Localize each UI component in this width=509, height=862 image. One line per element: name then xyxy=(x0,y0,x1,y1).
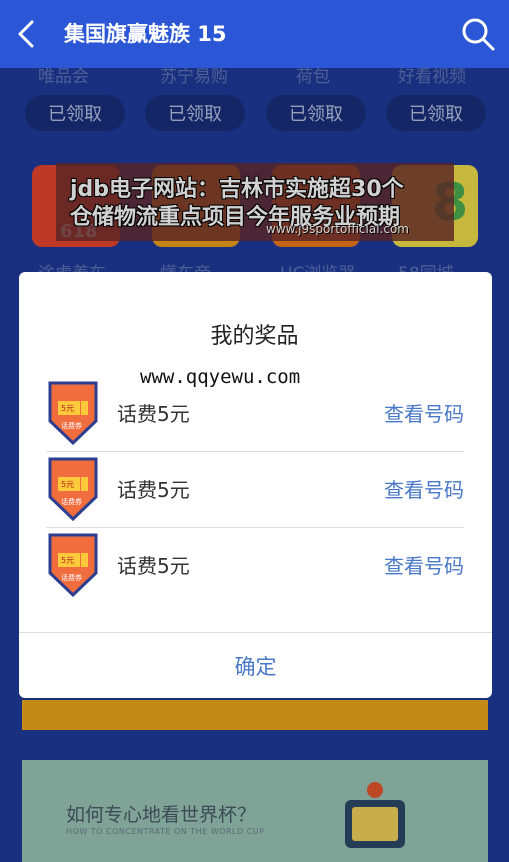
divider xyxy=(46,451,464,452)
prize-row: 5元 话费券 话费5元 查看号码 xyxy=(46,377,464,452)
coupon-badge-icon: 5元 话费券 xyxy=(48,381,98,446)
badge-amount: 5元 xyxy=(61,404,75,413)
dialog-title: 我的奖品 xyxy=(210,324,299,349)
badge-caption: 话费券 xyxy=(61,574,82,582)
badge-caption: 话费券 xyxy=(61,498,82,506)
page-title: 集国旗赢魅族 15 xyxy=(64,22,227,46)
prize-name: 话费5元 xyxy=(117,402,190,426)
confirm-button[interactable]: 确定 xyxy=(19,633,492,698)
back-icon[interactable] xyxy=(10,14,44,54)
prize-row: 5元 话费券 话费5元 查看号码 xyxy=(46,453,464,528)
prize-name: 话费5元 xyxy=(117,478,190,502)
divider xyxy=(46,527,464,528)
search-icon[interactable] xyxy=(458,14,498,54)
badge-amount: 5元 xyxy=(61,480,75,489)
prize-row: 5元 话费券 话费5元 查看号码 xyxy=(46,529,464,604)
badge-caption: 话费券 xyxy=(61,422,82,430)
prize-name: 话费5元 xyxy=(117,554,190,578)
view-code-link[interactable]: 查看号码 xyxy=(384,474,464,503)
badge-amount: 5元 xyxy=(61,556,75,565)
view-code-link[interactable]: 查看号码 xyxy=(384,550,464,579)
coupon-badge-icon: 5元 话费券 xyxy=(48,533,98,598)
coupon-badge-icon: 5元 话费券 xyxy=(48,457,98,522)
view-code-link[interactable]: 查看号码 xyxy=(384,398,464,427)
